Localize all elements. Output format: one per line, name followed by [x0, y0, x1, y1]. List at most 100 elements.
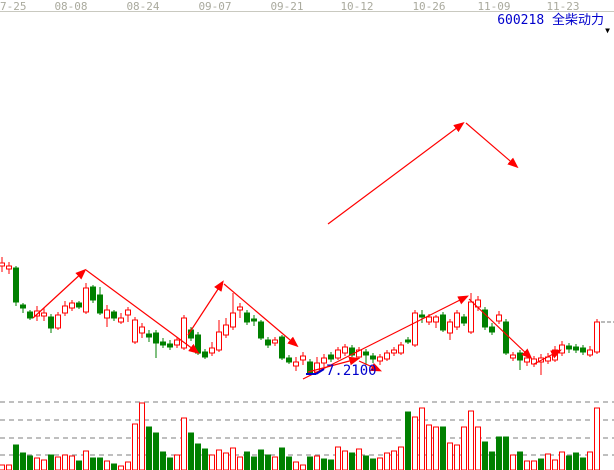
candle-body [336, 350, 341, 358]
candle-body [154, 333, 159, 343]
candle-body [287, 358, 292, 362]
candle-body [14, 268, 19, 302]
candle-body [0, 263, 5, 266]
candle-body [378, 357, 383, 361]
volume-bar [161, 452, 166, 470]
candle-body [294, 362, 299, 366]
candle-body [329, 355, 334, 359]
volume-bar [28, 456, 33, 470]
volume-bar [434, 427, 439, 470]
volume-bar [357, 449, 362, 470]
trendline-annotation[interactable] [328, 124, 462, 224]
volume-bar [126, 462, 131, 470]
volume-bars [0, 403, 600, 470]
candle-body [21, 305, 26, 308]
volume-bar [378, 458, 383, 470]
candle-body [210, 348, 215, 353]
volume-bar [371, 459, 376, 470]
volume-bar [280, 448, 285, 470]
volume-bar [525, 461, 530, 470]
candle-body [504, 322, 509, 353]
volume-bar [238, 457, 243, 470]
volume-bar [14, 445, 19, 470]
candle-body [105, 310, 110, 318]
volume-bar [189, 433, 194, 470]
volume-bar [203, 449, 208, 470]
candle-body [427, 317, 432, 322]
trendline-annotation[interactable] [33, 271, 84, 318]
candles [0, 257, 600, 375]
candle-body [273, 340, 278, 343]
candle-body [497, 315, 502, 321]
volume-bar [532, 461, 537, 470]
candle-body [399, 345, 404, 353]
volume-bar [553, 460, 558, 470]
candle-body [245, 313, 250, 322]
volume-bar [336, 447, 341, 470]
candle-body [63, 306, 68, 313]
candle-body [203, 352, 208, 357]
volume-bar [546, 454, 551, 470]
trendline-annotation[interactable] [466, 123, 516, 166]
volume-bar [539, 459, 544, 470]
volume-bar [406, 412, 411, 470]
candle-body [518, 353, 523, 360]
volume-bar [329, 460, 334, 470]
volume-bar [497, 437, 502, 470]
volume-bar [560, 452, 565, 470]
candle-body [371, 356, 376, 359]
volume-bar [294, 462, 299, 470]
candle-body [511, 355, 516, 358]
chart-svg: 7.2100 [0, 0, 614, 470]
candle-body [175, 340, 180, 345]
volume-bar [217, 450, 222, 470]
volume-bar [483, 442, 488, 470]
candle-body [133, 320, 138, 342]
volume-bar [574, 453, 579, 470]
volume-bar [140, 403, 145, 470]
candle-body [266, 340, 271, 345]
volume-bar [133, 424, 138, 470]
candle-body [28, 312, 33, 318]
volume-bar [77, 461, 82, 470]
candle-body [98, 295, 103, 313]
volume-bar [322, 459, 327, 470]
volume-bar [231, 448, 236, 470]
volume-bar [98, 458, 103, 470]
candle-body [469, 302, 474, 332]
volume-bar [35, 458, 40, 470]
candle-body [392, 350, 397, 353]
volume-bar [301, 465, 306, 470]
volume-bar [182, 418, 187, 470]
volume-bar [518, 452, 523, 470]
volume-bar [343, 451, 348, 470]
candle-body [441, 315, 446, 330]
candle-body [238, 307, 243, 310]
candle-body [231, 313, 236, 327]
stock-chart-window: 7-2508-0808-2409-0709-2110-1210-2611-091… [0, 0, 614, 470]
volume-bar [84, 451, 89, 470]
trendline-annotation[interactable] [188, 283, 222, 335]
volume-bar [49, 455, 54, 470]
volume-bar [245, 452, 250, 470]
volume-bar [350, 453, 355, 470]
candle-body [252, 319, 257, 321]
candle-body [70, 303, 75, 308]
volume-bar [168, 458, 173, 470]
volume-bar [287, 457, 292, 470]
volume-bar [490, 452, 495, 470]
volume-bar [399, 447, 404, 470]
candle-body [420, 315, 425, 317]
candle-body [161, 342, 166, 345]
candle-body [42, 313, 47, 316]
dropdown-arrow-icon[interactable]: ▼ [605, 26, 610, 35]
volume-bar [175, 455, 180, 470]
volume-bar [210, 455, 215, 470]
candle-body [259, 322, 264, 338]
trendline-annotation[interactable] [469, 299, 530, 357]
candle-body [560, 345, 565, 353]
candle-body [434, 317, 439, 322]
volume-bar [91, 458, 96, 470]
candle-body [7, 266, 12, 269]
volume-bar [63, 455, 68, 470]
